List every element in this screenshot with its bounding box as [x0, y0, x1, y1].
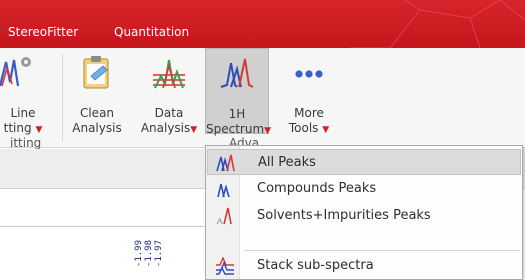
menu-item-label: Stack sub-spectra	[257, 258, 374, 273]
dropdown-arrow-icon: ▼	[322, 125, 330, 135]
line-fitting-label-1: Line	[10, 106, 36, 120]
more-tools-label-2: Tools	[288, 121, 319, 135]
dropdown-arrow-icon: ▼	[264, 126, 272, 136]
line-fitting-button[interactable]: Line tting ▼	[0, 48, 60, 135]
solvents-peaks-icon	[216, 207, 232, 225]
ribbon-toolbar: Line tting ▼ Clean Analysis Data Analysi…	[0, 48, 525, 150]
data-analysis-label-2: Analysis	[140, 121, 191, 135]
data-analysis-button[interactable]: Data Analysis▼	[135, 48, 203, 135]
data-analysis-label-1: Data	[154, 106, 184, 120]
canvas-divider	[0, 226, 210, 227]
axis-tick-label: -1.98	[144, 240, 154, 268]
dropdown-arrow-icon: ▼	[190, 125, 198, 135]
axis-tick-label: -1.97	[154, 240, 164, 268]
spectrum-dropdown-menu: All Peaks Compounds Peaks Solvents+Impur…	[205, 145, 523, 280]
dropdown-arrow-icon: ▼	[35, 125, 43, 135]
line-fitting-icon	[0, 57, 31, 87]
more-dots-icon	[295, 70, 323, 78]
menu-separator	[244, 250, 520, 251]
all-peaks-icon	[216, 154, 235, 172]
group-label-fitting: itting	[10, 136, 42, 150]
line-fitting-label-2: tting	[3, 121, 32, 135]
1h-spectrum-label-2: Spectrum	[206, 122, 265, 136]
menu-item-stack-subspectra[interactable]: Stack sub-spectra	[207, 253, 521, 279]
menu-item-all-peaks[interactable]: All Peaks	[207, 149, 521, 175]
group-separator	[62, 54, 63, 142]
more-tools-button[interactable]: More Tools ▼	[277, 48, 341, 135]
clean-analysis-button[interactable]: Clean Analysis	[66, 48, 128, 135]
menu-item-label: Compounds Peaks	[257, 181, 377, 196]
axis-tick-label: -1.99	[134, 240, 144, 268]
stack-subspectra-icon	[216, 257, 234, 275]
1h-spectrum-label-1: 1H	[228, 107, 246, 121]
menu-item-compounds-peaks[interactable]: Compounds Peaks	[207, 176, 521, 202]
compounds-peaks-icon	[217, 183, 230, 198]
axis-tick-labels: -1.99 -1.98 -1.97	[134, 240, 164, 276]
clean-analysis-label-1: Clean	[79, 106, 115, 120]
menu-item-solvents-impurities-peaks[interactable]: Solvents+Impurities Peaks	[207, 203, 521, 229]
more-tools-label-1: More	[294, 106, 324, 120]
menu-tab-bar: StereoFitter Quantitation	[0, 0, 525, 48]
data-analysis-icon	[153, 59, 185, 89]
clean-analysis-label-2: Analysis	[72, 121, 122, 135]
clipboard-icon	[83, 56, 109, 89]
background-pattern-icon	[350, 0, 525, 48]
spectrum-peaks-icon	[220, 58, 254, 88]
tab-stereofitter[interactable]: StereoFitter	[8, 25, 78, 39]
tab-quantitation[interactable]: Quantitation	[114, 25, 189, 39]
menu-item-label: All Peaks	[258, 155, 316, 170]
1h-spectrum-button[interactable]: 1H Spectrum▼	[205, 48, 272, 136]
menu-item-label: Solvents+Impurities Peaks	[257, 208, 431, 223]
